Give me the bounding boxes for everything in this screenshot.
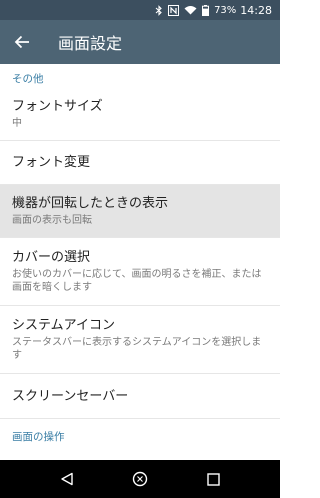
arrow-left-icon [14, 35, 29, 49]
back-triangle-icon [60, 472, 73, 486]
bluetooth-icon [155, 4, 163, 16]
section-header-screen-operation: 画面の操作 [12, 431, 65, 443]
status-bar: 73% 14:28 [0, 0, 280, 20]
section-header-other: その他 [12, 73, 44, 85]
item-subtitle: ステータスバーに表示するシステムアイコンを選択します [12, 337, 262, 361]
back-button[interactable] [0, 20, 44, 64]
item-subtitle: 中 [12, 118, 22, 129]
font-size-item[interactable]: フォントサイズ 中 [0, 88, 280, 141]
item-subtitle: 画面の表示も回転 [12, 215, 92, 226]
item-subtitle: お使いのカバーに応じて、画面の明るさを補正、または画面を暗くします [12, 269, 262, 293]
clock: 14:28 [240, 3, 272, 17]
item-title: 機器が回転したときの表示 [12, 196, 169, 211]
battery-icon [202, 4, 210, 16]
item-title: カバーの選択 [12, 250, 91, 265]
battery-percent: 73% [214, 4, 237, 16]
wifi-icon [184, 5, 197, 15]
page-title: 画面設定 [58, 34, 123, 53]
app-bar: 画面設定 [0, 20, 280, 64]
system-icons-item[interactable]: システムアイコン ステータスバーに表示するシステムアイコンを選択します [0, 306, 280, 374]
nfc-icon [168, 4, 180, 16]
recents-square-icon [207, 472, 220, 486]
cover-select-item[interactable]: カバーの選択 お使いのカバーに応じて、画面の明るさを補正、または画面を暗くします [0, 238, 280, 306]
font-change-item[interactable]: フォント変更 [0, 141, 280, 185]
item-title: フォント変更 [12, 155, 91, 170]
settings-list[interactable]: その他 フォントサイズ 中 フォント変更 機器が回転したときの表示 画面の表示も… [0, 64, 280, 460]
navigation-bar [0, 460, 280, 498]
item-title: フォントサイズ [12, 99, 103, 114]
nav-home-button[interactable] [120, 460, 160, 498]
screensaver-item[interactable]: スクリーンセーバー [0, 374, 280, 419]
rotation-display-item[interactable]: 機器が回転したときの表示 画面の表示も回転 [0, 185, 280, 238]
item-title: スクリーンセーバー [12, 388, 129, 404]
item-title: システムアイコン [12, 318, 115, 333]
nav-recents-button[interactable] [193, 460, 233, 498]
home-circle-icon [132, 471, 148, 487]
nav-back-button[interactable] [47, 460, 87, 498]
